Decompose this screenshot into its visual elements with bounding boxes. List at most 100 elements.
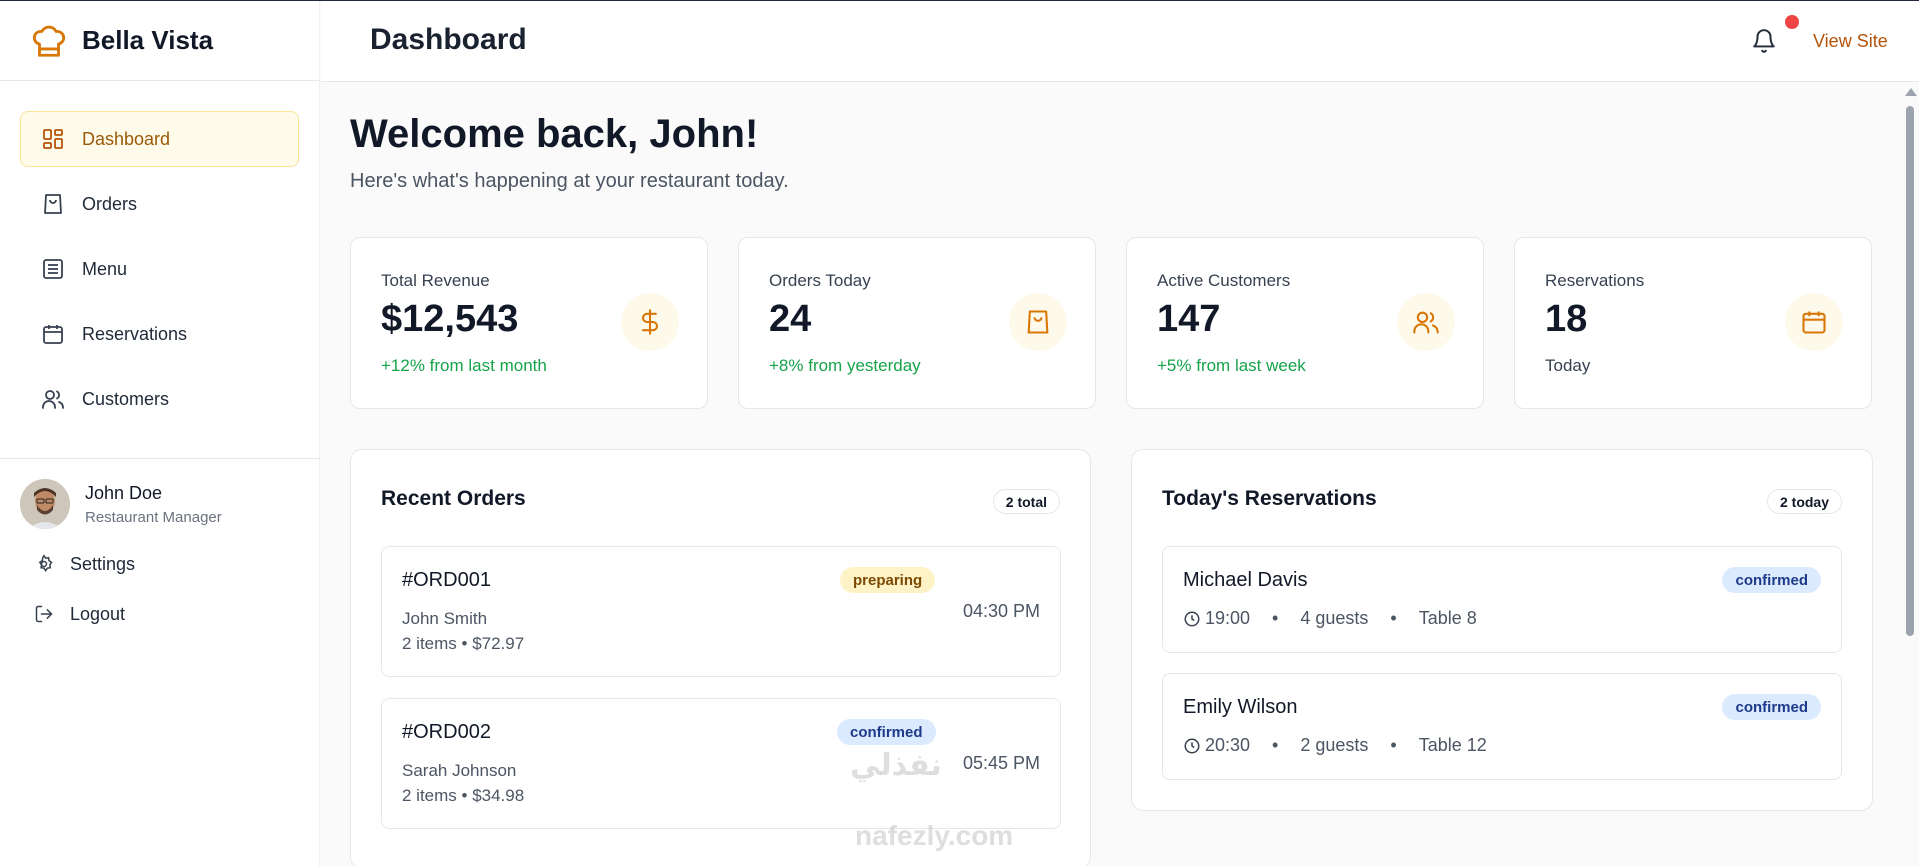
stat-value: $12,543 — [381, 298, 519, 340]
gear-icon — [34, 554, 54, 574]
calendar-icon — [41, 322, 65, 346]
reservation-table: Table 12 — [1418, 735, 1487, 755]
reservation-card[interactable]: Michael Davis confirmed 19:00 • 4 guests… — [1162, 546, 1842, 653]
brand[interactable]: Bella Vista — [0, 1, 319, 81]
sidebar-item-label: Reservations — [82, 323, 188, 344]
order-card[interactable]: #ORD002 confirmed Sarah Johnson 2 items … — [381, 698, 1061, 829]
order-time: 04:30 PM — [962, 601, 1040, 621]
separator-dot: • — [1272, 735, 1279, 755]
main-content: Welcome back, John! Here's what's happen… — [321, 82, 1901, 866]
sidebar: Bella Vista Dashboard Orders Menu Reserv… — [0, 1, 320, 866]
sidebar-item-dashboard[interactable]: Dashboard — [20, 111, 299, 167]
notification-badge — [1785, 15, 1799, 29]
order-customer: John Smith — [402, 609, 488, 628]
stat-value: 147 — [1157, 298, 1221, 340]
sidebar-item-menu[interactable]: Menu — [20, 241, 299, 297]
logout-link[interactable]: Logout — [0, 599, 319, 629]
stat-trend: Today — [1545, 356, 1591, 375]
menu-list-icon — [41, 257, 65, 281]
view-site-link[interactable]: View Site — [1813, 31, 1888, 52]
sidebar-item-customers[interactable]: Customers — [20, 371, 299, 427]
stat-label: Reservations — [1545, 271, 1645, 290]
sidebar-item-label: Menu — [82, 258, 128, 279]
order-id: #ORD001 — [402, 569, 491, 591]
reservation-time: 20:30 — [1205, 735, 1251, 755]
recent-orders-panel: Recent Orders 2 total #ORD001 preparing … — [350, 449, 1091, 866]
shopping-bag-icon — [1009, 293, 1067, 351]
logout-icon — [34, 604, 54, 624]
separator-dot: • — [1390, 735, 1397, 755]
status-badge: confirmed — [1722, 567, 1821, 593]
reservations-panel: Today's Reservations 2 today Michael Dav… — [1131, 449, 1873, 811]
panel-title: Today's Reservations — [1162, 487, 1377, 510]
welcome-heading: Welcome back, John! — [350, 112, 759, 156]
reservation-meta: 20:30 • 2 guests • Table 12 — [1183, 735, 1487, 756]
logout-label: Logout — [70, 603, 126, 624]
reservation-meta: 19:00 • 4 guests • Table 8 — [1183, 608, 1477, 629]
sidebar-item-label: Orders — [82, 193, 138, 214]
users-icon — [1397, 293, 1455, 351]
settings-label: Settings — [70, 553, 136, 574]
sidebar-item-label: Dashboard — [82, 128, 171, 149]
avatar — [20, 479, 70, 529]
dollar-icon — [621, 293, 679, 351]
users-icon — [41, 387, 65, 411]
status-badge: confirmed — [1722, 694, 1821, 720]
sidebar-nav: Dashboard Orders Menu Reservations Custo… — [0, 81, 319, 459]
stat-card-customers: Active Customers 147 +5% from last week — [1126, 237, 1484, 409]
order-customer: Sarah Johnson — [402, 761, 517, 780]
brand-name: Bella Vista — [82, 25, 214, 55]
reservation-table: Table 8 — [1418, 608, 1477, 628]
order-meta: 2 items • $34.98 — [402, 786, 525, 805]
sidebar-item-label: Customers — [82, 388, 170, 409]
calendar-icon — [1785, 293, 1843, 351]
stat-label: Total Revenue — [381, 271, 490, 290]
stat-trend: +12% from last month — [381, 356, 547, 375]
reservation-name: Emily Wilson — [1183, 696, 1298, 718]
order-card[interactable]: #ORD001 preparing John Smith 2 items • $… — [381, 546, 1061, 677]
dashboard-icon — [41, 127, 65, 151]
clock-icon — [1184, 738, 1200, 753]
reservation-time: 19:00 — [1205, 608, 1251, 628]
stat-card-revenue: Total Revenue $12,543 +12% from last mon… — [350, 237, 708, 409]
panel-title: Recent Orders — [381, 487, 526, 510]
reservation-guests: 4 guests — [1300, 608, 1369, 628]
status-badge: preparing — [840, 567, 936, 593]
reservation-guests: 2 guests — [1300, 735, 1369, 755]
sidebar-item-orders[interactable]: Orders — [20, 176, 299, 232]
chef-hat-icon — [30, 22, 68, 60]
shopping-bag-icon — [41, 192, 65, 216]
bell-icon[interactable] — [1751, 27, 1777, 55]
clock-icon — [1184, 611, 1200, 626]
scroll-up-arrow[interactable] — [1905, 88, 1917, 96]
stat-label: Orders Today — [769, 271, 871, 290]
stat-value: 24 — [769, 298, 812, 340]
stat-trend: +8% from yesterday — [769, 356, 921, 375]
separator-dot: • — [1272, 608, 1279, 628]
top-header: Dashboard View Site — [321, 1, 1919, 82]
user-profile[interactable]: John Doe Restaurant Manager — [0, 459, 319, 529]
scrollbar[interactable] — [1901, 82, 1919, 866]
stat-label: Active Customers — [1157, 271, 1291, 290]
count-badge: 2 today — [1766, 489, 1842, 514]
stat-trend: +5% from last week — [1157, 356, 1306, 375]
order-meta: 2 items • $72.97 — [402, 634, 525, 653]
watermark-arabic: نفذلي — [850, 749, 942, 782]
order-id: #ORD002 — [402, 721, 491, 743]
stat-card-orders: Orders Today 24 +8% from yesterday — [738, 237, 1096, 409]
stat-card-reservations: Reservations 18 Today — [1514, 237, 1872, 409]
welcome-subtitle: Here's what's happening at your restaura… — [350, 170, 789, 192]
status-badge: confirmed — [837, 719, 936, 745]
reservation-card[interactable]: Emily Wilson confirmed 20:30 • 2 guests … — [1162, 673, 1842, 780]
stat-value: 18 — [1545, 298, 1588, 340]
order-time: 05:45 PM — [962, 753, 1040, 773]
settings-link[interactable]: Settings — [0, 549, 319, 579]
separator-dot: • — [1390, 608, 1397, 628]
page-title: Dashboard — [370, 23, 527, 56]
reservation-name: Michael Davis — [1183, 569, 1308, 591]
sidebar-item-reservations[interactable]: Reservations — [20, 306, 299, 362]
user-name: John Doe — [85, 482, 163, 503]
scrollbar-thumb[interactable] — [1906, 106, 1914, 636]
user-role: Restaurant Manager — [85, 508, 222, 526]
watermark-latin: nafezly.com — [855, 820, 1014, 851]
